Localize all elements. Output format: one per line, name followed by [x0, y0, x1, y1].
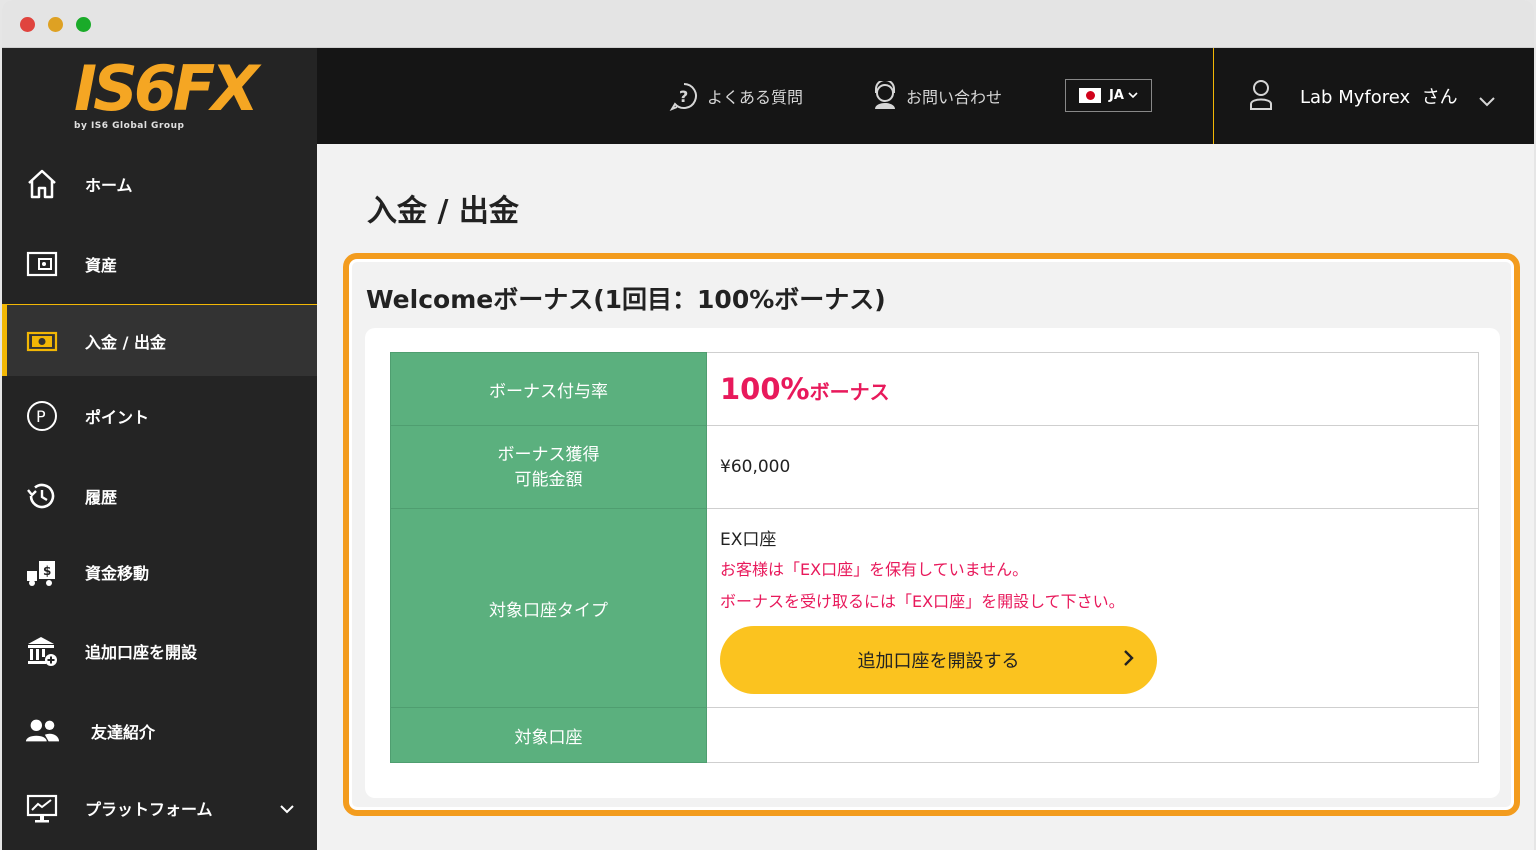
rate-value: 100% [720, 372, 810, 406]
chevron-down-icon [1128, 92, 1138, 99]
rate-label: ボーナス付与率 [390, 352, 707, 426]
home-icon [24, 166, 60, 202]
sidebar-item-label: 資産 [85, 256, 118, 275]
open-account-button[interactable]: 追加口座を開設する [720, 626, 1157, 694]
platform-icon [24, 790, 60, 826]
account-type-cell: EX口座 お客様は「EX口座」を保有していません。 ボーナスを受け取るには「EX… [706, 508, 1479, 708]
faq-label: よくある質問 [707, 88, 804, 107]
logo-text: IS6FX [74, 52, 259, 125]
sidebar-item-platform[interactable]: プラットフォーム [2, 772, 317, 844]
sidebar-item-referral[interactable]: 友達紹介 [2, 695, 317, 767]
minimize-window-button[interactable] [48, 17, 63, 32]
table-row: 対象口座タイプ EX口座 お客様は「EX口座」を保有していません。 ボーナスを受… [390, 508, 1479, 708]
japan-flag-icon [1079, 88, 1102, 103]
sidebar-item-label: 履歴 [85, 488, 118, 507]
sidebar-item-label: プラットフォーム [85, 800, 213, 819]
target-account-label: 対象口座 [390, 707, 707, 763]
sidebar-item-points[interactable]: P ポイント [2, 380, 317, 452]
faq-link[interactable]: ? よくある質問 [669, 80, 803, 112]
rate-value-cell: 100%ボーナス [706, 352, 1479, 426]
open-account-button-label: 追加口座を開設する [857, 651, 1020, 672]
svg-text:P: P [36, 407, 46, 426]
account-type-label: 対象口座タイプ [390, 508, 707, 708]
account-type-value: EX口座 [720, 530, 777, 550]
table-row: ボーナス獲得 可能金額 ¥60,000 [390, 425, 1479, 509]
svg-text:$: $ [43, 564, 51, 578]
window-titlebar [2, 0, 1534, 48]
contact-label: お問い合わせ [906, 88, 1003, 107]
user-menu[interactable]: Lab Myforex さん [1213, 48, 1534, 144]
language-value: JA [1109, 88, 1124, 103]
bonus-card-title: Welcomeボーナス(1回目：100%ボーナス) [366, 285, 886, 314]
sidebar-item-open-account[interactable]: 追加口座を開設 [2, 615, 317, 687]
history-icon [24, 478, 60, 514]
language-select[interactable]: JA [1065, 79, 1152, 112]
max-amount-value: ¥60,000 [706, 425, 1479, 509]
sidebar-item-label: ポイント [85, 408, 150, 427]
sidebar-item-label: 友達紹介 [91, 723, 156, 742]
warning-text: ボーナスを受け取るには「EX口座」を開設して下さい。 [720, 592, 1125, 611]
sidebar-item-fund-transfer[interactable]: $ 資金移動 [2, 536, 317, 608]
user-icon [1248, 78, 1274, 116]
logo-subtitle: by IS6 Global Group [74, 121, 185, 131]
chevron-right-icon [1123, 648, 1135, 673]
sidebar-item-home[interactable]: ホーム [2, 148, 317, 220]
maximize-window-button[interactable] [76, 17, 91, 32]
max-amount-label-line2: 可能金額 [514, 469, 583, 490]
close-window-button[interactable] [20, 17, 35, 32]
rate-suffix: ボーナス [809, 380, 890, 404]
bonus-table: ボーナス付与率 100%ボーナス ボーナス獲得 可能金額 ¥60,000 対象口… [390, 352, 1479, 763]
money-icon [24, 323, 60, 359]
contact-link[interactable]: お問い合わせ [872, 80, 1002, 112]
target-account-value [706, 707, 1479, 763]
question-icon: ? [669, 81, 699, 111]
chevron-down-icon [1478, 92, 1496, 111]
sidebar-item-label: 入金 / 出金 [85, 332, 166, 352]
warning-text: お客様は「EX口座」を保有していません。 [720, 560, 1029, 579]
point-icon: P [24, 398, 60, 434]
chevron-down-icon [279, 799, 295, 818]
sidebar-item-history[interactable]: 履歴 [2, 460, 317, 532]
sidebar-item-label: ホーム [85, 176, 133, 195]
sidebar-item-label: 追加口座を開設 [85, 643, 198, 662]
logo[interactable]: IS6FX by IS6 Global Group [2, 48, 317, 144]
sidebar: IS6FX by IS6 Global Group ホーム 資産 入金 / 出金… [2, 48, 317, 850]
top-header: ? よくある質問 お問い合わせ JA Lab Myforex さん [317, 48, 1534, 144]
table-row: ボーナス付与率 100%ボーナス [390, 352, 1479, 426]
sidebar-item-label: 資金移動 [85, 564, 150, 583]
users-icon [24, 713, 60, 749]
wallet-icon [24, 246, 60, 282]
max-amount-label-line1: ボーナス獲得 [497, 444, 600, 465]
max-amount-label: ボーナス獲得 可能金額 [390, 425, 707, 509]
fund-transfer-icon: $ [24, 554, 60, 590]
page-title: 入金 / 出金 [367, 194, 519, 229]
support-agent-icon [872, 81, 898, 111]
sidebar-item-deposit-withdraw[interactable]: 入金 / 出金 [2, 304, 317, 376]
table-row: 対象口座 [390, 707, 1479, 763]
svg-text:?: ? [679, 87, 688, 106]
user-name: Lab Myforex さん [1300, 87, 1458, 108]
sidebar-item-assets[interactable]: 資産 [2, 228, 317, 300]
bank-add-icon [24, 633, 60, 669]
